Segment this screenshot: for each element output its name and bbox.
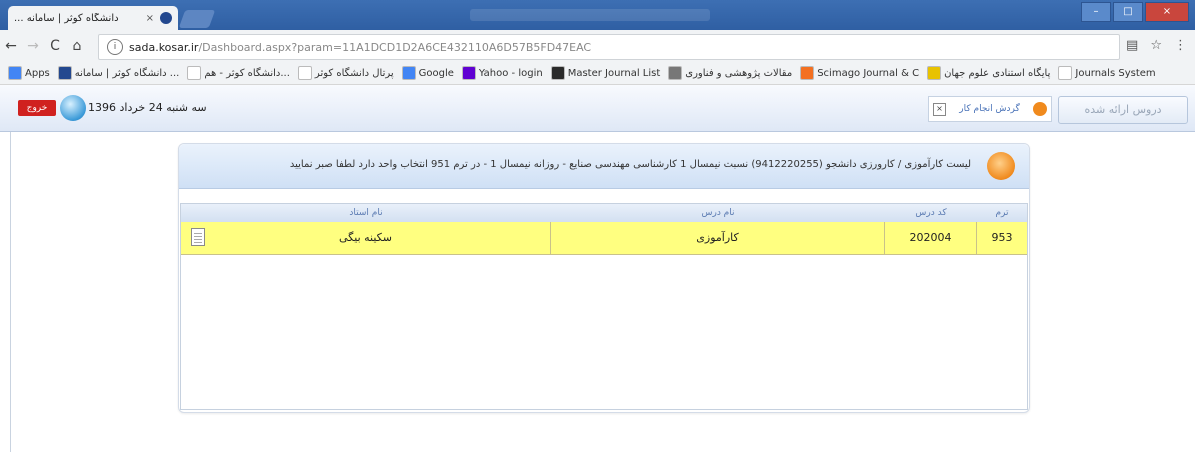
star-bookmark-icon[interactable]: ☆ [1150, 38, 1162, 53]
page-icon [1058, 66, 1073, 80]
menu-kebab-icon[interactable]: ⋮ [1174, 38, 1187, 53]
bookmark-item[interactable]: مقالات پژوهشی و فناوری [668, 66, 792, 80]
minimize-button[interactable]: – [1081, 2, 1111, 22]
cell-course-code: 202004 [885, 222, 977, 254]
bookmark-label: Scimago Journal & C [817, 67, 920, 79]
page-icon [668, 66, 683, 80]
maximize-button[interactable]: □ [1113, 2, 1143, 22]
table-header: نام استاد نام درس کد درس ترم [181, 204, 1027, 223]
close-small-icon[interactable]: × [933, 102, 946, 116]
cell-term: 953 [991, 231, 1013, 244]
cell-instructor: سکینه بیگی [181, 222, 551, 254]
bookmark-item[interactable]: دانشگاه کوثر | سامانه ... [57, 66, 180, 80]
close-window-button[interactable]: × [1145, 2, 1189, 22]
bookmark-item[interactable]: Scimago Journal & C [800, 66, 919, 80]
forward-arrow-icon[interactable]: → [22, 38, 44, 54]
page-icon [297, 66, 312, 80]
new-tab-button[interactable] [178, 10, 216, 28]
clarivate-icon [550, 66, 565, 80]
url-host: sada.kosar.ir [129, 40, 199, 54]
bookmark-item[interactable]: Google [401, 66, 454, 80]
reload-icon[interactable]: C [44, 38, 66, 54]
bookmark-label: Apps [25, 67, 50, 79]
info-icon[interactable]: i [107, 39, 123, 55]
bookmark-item[interactable]: دانشگاه کوثر - هم... [187, 66, 290, 80]
app-header: خروج سه شنبه 24 خرداد 1396 × گردش انجام … [0, 85, 1195, 132]
col-course-code-header[interactable]: کد درس [885, 204, 977, 222]
courses-button[interactable]: دروس ارائه شده [1058, 96, 1188, 124]
bookmark-label: Yahoo - login [478, 67, 543, 79]
bookmark-item[interactable]: Master Journal List [550, 66, 661, 80]
bookmark-label: Google [418, 67, 454, 79]
url-bar[interactable]: i sada.kosar.ir/Dashboard.aspx?param=11A… [98, 34, 1120, 60]
bookmark-label: پرتال دانشگاه کوثر [314, 67, 394, 79]
bookmark-label: پایگاه استنادی علوم جهان [944, 67, 1051, 79]
bookmark-label: دانشگاه کوثر | سامانه ... [74, 67, 180, 79]
apps-grid-icon [8, 66, 22, 80]
bookmark-label: Master Journal List [567, 67, 661, 79]
globe-icon [60, 95, 86, 121]
browser-tab[interactable]: × دانشگاه کوثر | سامانه ... [8, 6, 178, 30]
internship-table: نام استاد نام درس کد درس ترم سکینه بیگی … [180, 203, 1028, 410]
col-course-name-header[interactable]: نام درس [551, 204, 885, 222]
workflow-icon [1033, 102, 1047, 116]
bookmark-label: دانشگاه کوثر - هم... [204, 67, 290, 79]
panel-title: لیست کارآموزی / کارورزی دانشجو (94122202… [289, 159, 971, 170]
workflow-button[interactable]: × گردش انجام کار [928, 96, 1052, 122]
page-icon [187, 66, 202, 80]
refresh-icon[interactable] [987, 152, 1015, 180]
bookmarks-bar: Apps دانشگاه کوثر | سامانه ... دانشگاه کوث… [0, 62, 1195, 85]
col-instructor-header[interactable]: نام استاد [181, 204, 551, 222]
url-path: /Dashboard.aspx?param=11A1DCD1D2A6CE4321… [198, 40, 592, 54]
kosar-favicon-icon [160, 12, 172, 24]
translate-icon[interactable]: ▤ [1126, 38, 1138, 53]
bookmark-label: Journals System [1075, 67, 1156, 79]
col-term-header[interactable]: ترم [977, 204, 1027, 222]
current-date: سه شنبه 24 خرداد 1396 [88, 101, 207, 114]
table-row[interactable]: سکینه بیگی کارآموزی 202004 953 [181, 222, 1027, 255]
panel-header: لیست کارآموزی / کارورزی دانشجو (94122202… [179, 144, 1029, 189]
workflow-label: گردش انجام کار [959, 104, 1020, 114]
google-icon [401, 66, 416, 80]
cell-course-name: کارآموزی [551, 222, 885, 254]
bookmark-item[interactable]: پرتال دانشگاه کوثر [297, 66, 394, 80]
home-icon[interactable]: ⌂ [66, 38, 88, 54]
browser-titlebar: × دانشگاه کوثر | سامانه ... – □ × [0, 0, 1195, 30]
window-title-area [470, 9, 710, 21]
yahoo-icon [461, 66, 476, 80]
bookmark-item[interactable]: Yahoo - login [461, 66, 543, 80]
tab-title: دانشگاه کوثر | سامانه ... [14, 12, 119, 24]
bookmark-item[interactable]: Journals System [1058, 66, 1156, 80]
bookmark-label: مقالات پژوهشی و فناوری [685, 67, 793, 79]
scimago-icon [800, 66, 815, 80]
kosar-logo-icon [57, 66, 72, 80]
address-row: ← → C ⌂ i sada.kosar.ir/Dashboard.aspx?p… [0, 30, 1195, 62]
bookmark-item[interactable]: Apps [8, 66, 50, 80]
document-icon[interactable] [191, 228, 205, 246]
bookmark-item[interactable]: پایگاه استنادی علوم جهان [927, 66, 1050, 80]
back-arrow-icon[interactable]: ← [0, 38, 22, 54]
tab-close-icon[interactable]: × [146, 13, 154, 24]
isc-icon [927, 66, 942, 80]
logout-button[interactable]: خروج [18, 100, 56, 116]
